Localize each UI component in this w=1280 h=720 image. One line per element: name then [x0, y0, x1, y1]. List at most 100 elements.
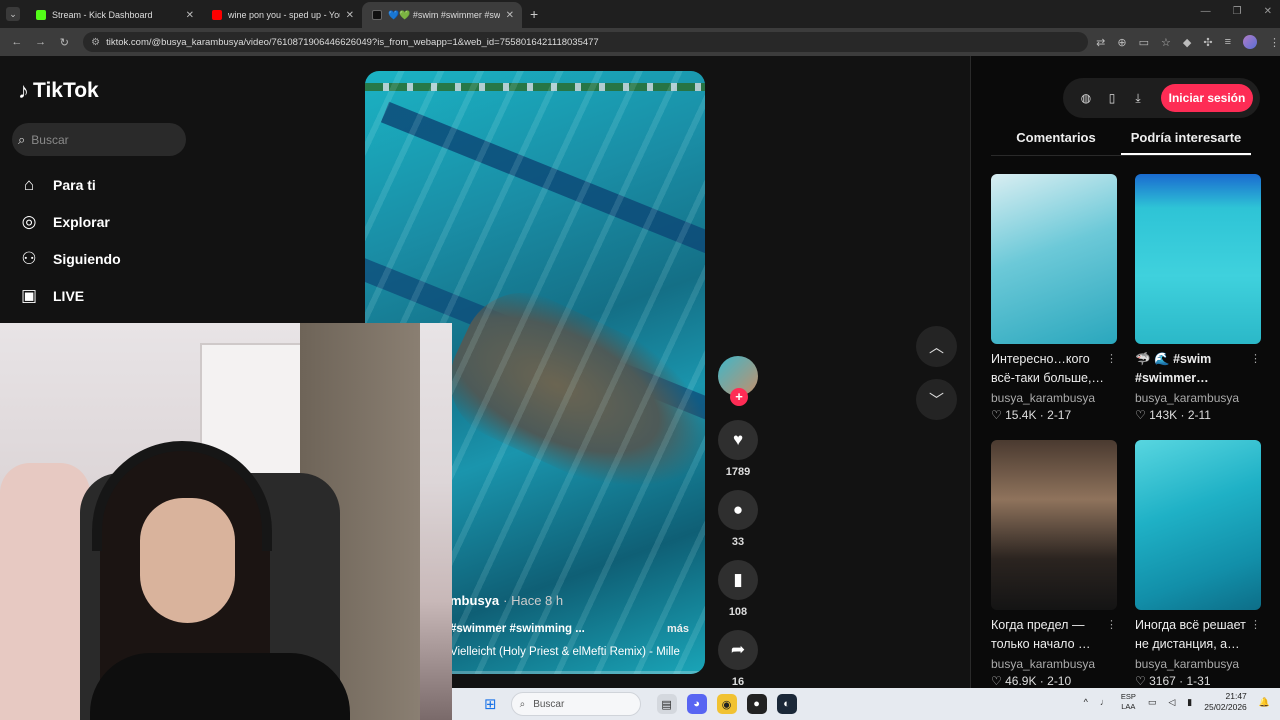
tray-chevron-icon[interactable]: ^ [1084, 697, 1088, 707]
card-author[interactable]: busya_karambusya [1135, 391, 1261, 405]
live-icon: ▣ [20, 285, 38, 305]
streamer-shirt [90, 653, 350, 720]
creator-avatar[interactable]: + [718, 356, 758, 406]
device-icon[interactable]: ▯ [1099, 91, 1125, 105]
like-button[interactable]: ♥ [718, 420, 758, 460]
video-thumbnail[interactable] [991, 174, 1117, 344]
translate-icon[interactable]: ⇄ [1096, 36, 1105, 49]
sidebar-item-para-ti[interactable]: ⌂ Para ti [18, 166, 121, 203]
download-icon[interactable]: ⤓ [1125, 91, 1151, 106]
card-author[interactable]: busya_karambusya [1135, 657, 1261, 671]
battery-icon[interactable]: ▮ [1187, 697, 1192, 708]
steam-icon[interactable]: ◐ [776, 694, 797, 714]
extension-icon[interactable]: ◆ [1183, 36, 1191, 49]
video-card[interactable]: Иногда всё решает не дистанция, а… ⋮ busy… [1135, 440, 1261, 688]
more-options-icon[interactable]: ⋮ [1106, 616, 1117, 635]
sidebar-item-siguiendo[interactable]: ⚇ Siguiendo [18, 240, 120, 277]
close-icon[interactable]: ✕ [186, 10, 194, 21]
video-card[interactable]: 🦈 🌊 #swim #swimmer… ⋮ busya_karambusya ♡ … [1135, 174, 1261, 422]
profile-avatar[interactable] [1242, 35, 1257, 49]
card-author[interactable]: busya_karambusya [991, 657, 1117, 671]
windows-start-icon[interactable]: ⊞ [484, 695, 497, 713]
heart-outline-icon: ♡ [991, 674, 1002, 688]
sidebar-item-explorar[interactable]: ◎ Explorar [18, 203, 121, 240]
video-thumbnail[interactable] [991, 440, 1117, 610]
language-indicator[interactable]: ESP LAA [1121, 692, 1136, 712]
save-button[interactable]: ▮ [718, 560, 758, 600]
sidebar-item-live[interactable]: ▣ LIVE [18, 277, 121, 314]
search-placeholder: Buscar [31, 132, 69, 147]
obs-icon[interactable]: ● [746, 694, 767, 714]
zoom-icon[interactable]: ⊕ [1117, 36, 1126, 49]
video-author[interactable]: mbusya [450, 593, 499, 608]
more-options-icon[interactable]: ⋮ [1250, 616, 1261, 635]
next-video-button[interactable]: ﹀ [916, 379, 957, 420]
notification-icon[interactable]: 🔔 [1259, 697, 1270, 708]
tab-podria-interesarte[interactable]: Podría interesarte [1121, 128, 1251, 155]
logo-text: TikTok [33, 79, 99, 102]
card-title[interactable]: Когда предел — только начало … [991, 618, 1091, 651]
chevron-down-icon: ﹀ [928, 392, 944, 409]
more-options-icon[interactable]: ⋮ [1250, 350, 1261, 369]
video-card[interactable]: Интересно…кого всё-таки больше,… ⋮ busya_… [991, 174, 1117, 422]
menu-icon[interactable]: ⋮ [1269, 36, 1280, 49]
new-tab-button[interactable]: + [530, 6, 538, 22]
forward-icon[interactable]: → [34, 36, 48, 48]
site-info-icon[interactable]: ⚙ [91, 37, 100, 48]
address-bar[interactable]: ⚙ tiktok.com/@busya_karambusya/video/761… [83, 32, 1089, 52]
save-count: 108 [728, 606, 748, 618]
video-thumbnail[interactable] [1135, 440, 1261, 610]
close-icon[interactable]: ✕ [506, 10, 514, 21]
card-title[interactable]: 🦈 🌊 #swim #swimmer… [1135, 352, 1211, 385]
comment-count: 33 [731, 536, 745, 548]
tab-search-icon[interactable]: ⌄ [6, 7, 20, 21]
system-tray: ^ ♩ ESP LAA ▭ ◁ ▮ 21:47 25/02/2026 🔔 [1084, 691, 1270, 713]
card-stats: ♡ 143K · 2-11 [1135, 408, 1211, 422]
card-title[interactable]: Иногда всё решает не дистанция, а… [1135, 618, 1246, 651]
cast-icon[interactable]: ▭ [1139, 36, 1149, 49]
card-title-box: Иногда всё решает не дистанция, а… ⋮ [1135, 616, 1261, 654]
media-icon[interactable]: ≡ [1225, 36, 1231, 48]
video-card[interactable]: Когда предел — только начало … ⋮ busya_ka… [991, 440, 1117, 688]
microphone-icon[interactable]: ♩ [1100, 697, 1109, 707]
follow-plus-icon[interactable]: + [730, 388, 748, 406]
card-author[interactable]: busya_karambusya [991, 391, 1117, 405]
video-thumbnail[interactable] [1135, 174, 1261, 344]
network-icon[interactable]: ▭ [1148, 697, 1157, 708]
search-input[interactable]: ⌕ Buscar [12, 123, 186, 156]
tab-title: 💙💚 #swim #swimmer #swim [388, 9, 500, 20]
more-button[interactable]: más [667, 623, 689, 635]
coins-icon[interactable]: ◍ [1073, 91, 1099, 105]
discord-icon[interactable]: ◕ [686, 694, 707, 714]
previous-video-button[interactable]: ︿ [916, 326, 957, 367]
tab-youtube[interactable]: wine pon you - sped up - YouT ✕ [202, 2, 362, 28]
login-button[interactable]: Iniciar sesión [1161, 84, 1253, 112]
puzzle-icon[interactable]: ✣ [1203, 36, 1212, 49]
reload-icon[interactable]: ↻ [57, 36, 71, 49]
back-icon[interactable]: ← [10, 36, 24, 48]
video-music[interactable]: Vielleicht (Holy Priest & elMefti Remix)… [450, 646, 700, 658]
tab-comentarios[interactable]: Comentarios [991, 128, 1121, 155]
maximize-icon[interactable]: ❐ [1233, 6, 1242, 17]
video-author-line[interactable]: mbusya · Hace 8 h [450, 593, 563, 608]
clock[interactable]: 21:47 25/02/2026 [1204, 691, 1247, 713]
tab-tiktok[interactable]: 💙💚 #swim #swimmer #swim ✕ [362, 2, 522, 28]
heart-outline-icon: ♡ [1135, 674, 1146, 688]
file-explorer-icon[interactable]: ▤ [656, 694, 677, 714]
close-icon[interactable]: ✕ [346, 10, 354, 21]
sidebar-nav: ⌂ Para ti ◎ Explorar ⚇ Siguiendo ▣ LIVE [18, 166, 121, 314]
chrome-icon[interactable]: ◉ [716, 694, 737, 714]
tab-kick[interactable]: Stream - Kick Dashboard ✕ [26, 2, 202, 28]
tiktok-logo[interactable]: ♪ TikTok [18, 78, 99, 104]
close-window-icon[interactable]: ✕ [1264, 6, 1272, 17]
volume-icon[interactable]: ◁ [1168, 697, 1175, 708]
comment-button[interactable]: ● [718, 490, 758, 530]
taskbar-search[interactable]: ⌕ Buscar [510, 692, 641, 716]
following-icon: ⚇ [21, 248, 37, 268]
minimize-icon[interactable]: — [1201, 6, 1211, 17]
bookmark-star-icon[interactable]: ☆ [1161, 36, 1171, 49]
more-options-icon[interactable]: ⋮ [1106, 350, 1117, 369]
card-title[interactable]: Интересно…кого всё-таки больше,… [991, 352, 1104, 385]
share-button[interactable]: ➦ [718, 630, 758, 670]
video-hashtags[interactable]: #swimmer #swimming ... [450, 623, 585, 635]
